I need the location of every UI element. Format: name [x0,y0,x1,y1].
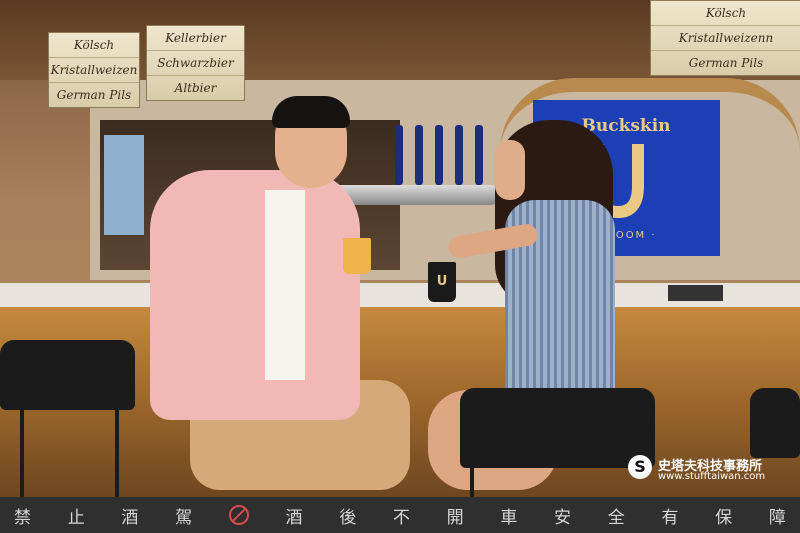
banner-char: 駕 [175,507,193,528]
sign-line: Kölsch [651,1,800,26]
sign-line: Kristallweizen [49,58,139,83]
sign-line: Kellerbier [147,26,244,51]
sign-line: Altbier [174,81,217,95]
banner-char: 不 [392,507,410,528]
tap-tower [330,185,500,205]
stool-leg [115,405,119,497]
man-tee [265,190,305,380]
sign-line: German Pils [56,88,132,102]
banner-char: 止 [67,507,85,528]
beer-tap [415,125,423,185]
watermark-logo-icon: S [628,455,652,479]
banner-char: 後 [339,507,357,528]
banner-char: 保 [715,507,733,528]
beer-sign-right: Kölsch Kristallweizenn German Pils [650,0,800,76]
banner-char: 障 [768,507,786,528]
warning-banner: 禁 止 酒 駕 酒 後 不 開 車 安 全 有 保 障 [0,497,800,533]
stool-leg [470,465,474,497]
beer-sign-left: Kölsch Kristallweizen German Pils [48,32,140,108]
photo-scene: Buckskin APROOM · Kölsch Kristallweizen … [0,0,800,497]
beer-cup [343,238,371,274]
stout-cup: U [428,262,456,302]
stool-leg [20,405,24,497]
no-drinking-icon [228,505,249,525]
card-reader [668,285,723,301]
beer-tap [475,125,483,185]
watermark-url: www.stufftaiwan.com [658,471,766,482]
banner-char: 開 [446,507,464,528]
banner-char: 有 [661,507,679,528]
sign-line: Kölsch [49,33,139,58]
banner-char: 車 [500,507,518,528]
banner-char: 酒 [285,507,303,528]
sign-line: German Pils [688,56,764,70]
beer-tap [455,125,463,185]
banner-char: 安 [554,507,572,528]
man-hair [272,96,350,128]
banner-char: 酒 [121,507,139,528]
beer-tap [395,125,403,185]
banner-char: 禁 [14,507,31,528]
bar-stool [0,340,135,410]
bar-stool [460,388,655,468]
man-shirt [150,170,360,420]
cup-logo: U [436,274,448,289]
bar-stool [750,388,800,458]
banner-char: 全 [607,507,625,528]
window-mural [104,135,144,235]
woman-face [495,140,525,200]
sign-line: Schwarzbier [147,51,244,76]
beer-sign-center: Kellerbier Schwarzbier Altbier [146,25,245,101]
sign-line: Kristallweizenn [651,26,800,51]
beer-tap [435,125,443,185]
